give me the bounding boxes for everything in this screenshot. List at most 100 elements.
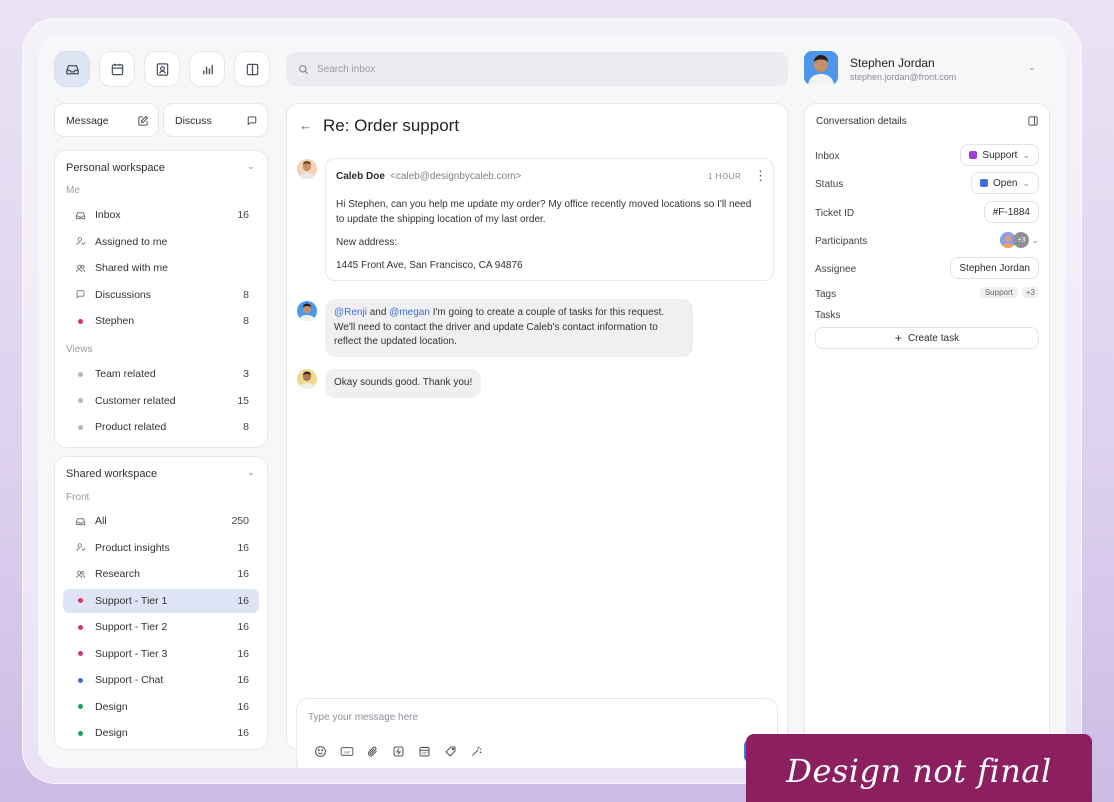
sidebar-item-count: 16 xyxy=(237,647,249,660)
sidebar-item-label: Discussions xyxy=(95,288,152,301)
sidebar-item-support-chat[interactable]: Support - Chat 16 xyxy=(63,668,259,692)
collapse-chevron-icon[interactable]: ⌄ xyxy=(247,161,255,172)
mention-renji[interactable]: @Renji xyxy=(334,307,367,318)
chat-bubble-icon xyxy=(247,116,257,126)
color-dot-icon xyxy=(73,598,87,603)
email-sender: Caleb Doe xyxy=(336,171,385,182)
status-label: Status xyxy=(815,179,844,190)
color-dot-icon xyxy=(73,704,87,709)
contacts-nav-button[interactable] xyxy=(144,51,180,87)
message-composer[interactable]: Type your message here GIF xyxy=(296,698,778,768)
conversation-title: Re: Order support xyxy=(323,116,460,135)
sidebar-item-count: 250 xyxy=(231,515,249,527)
chat-icon xyxy=(73,289,87,300)
layout-nav-button[interactable] xyxy=(234,51,270,87)
email-message[interactable]: Caleb Doe <caleb@designbycaleb.com> 1 HO… xyxy=(325,158,774,281)
sidebar-item-inbox[interactable]: Inbox 16 xyxy=(63,203,259,227)
inbox-select[interactable]: Support ⌄ xyxy=(960,144,1039,166)
sidebar-item-label: Support - Chat xyxy=(95,674,164,686)
sidebar-item-support-tier-1[interactable]: Support - Tier 1 16 xyxy=(63,588,259,613)
more-options-icon[interactable]: ⋮ xyxy=(754,168,767,184)
assignee-value[interactable]: Stephen Jordan xyxy=(950,257,1039,279)
sidebar-item-support-tier-2[interactable]: Support - Tier 2 16 xyxy=(63,615,259,639)
sidebar-item-research[interactable]: Research 16 xyxy=(63,562,259,586)
emoji-icon[interactable] xyxy=(313,744,328,759)
views-section-label: Views xyxy=(66,344,93,355)
sidebar-item-team-related[interactable]: Team related 3 xyxy=(63,362,259,386)
comment-text: and xyxy=(366,307,390,318)
sidebar-item-count: 16 xyxy=(237,209,249,221)
stephen-avatar xyxy=(297,301,317,321)
search-input[interactable]: Search inbox xyxy=(286,52,788,86)
sidebar-item-label: Design xyxy=(95,727,128,739)
collapse-chevron-icon[interactable]: ⌄ xyxy=(247,467,255,478)
sidebar-item-assigned-to-me[interactable]: Assigned to me xyxy=(63,230,259,254)
internal-comment[interactable]: @Renji and @megan I'm going to create a … xyxy=(325,299,693,357)
discuss-button[interactable]: Discuss xyxy=(163,103,268,137)
app-window: Search inbox Stephen Jordan stephen.jord… xyxy=(38,36,1066,768)
calendar-icon xyxy=(111,63,123,75)
calendar-nav-button[interactable] xyxy=(99,51,135,87)
assign-icon xyxy=(73,542,87,553)
inbox-nav-button[interactable] xyxy=(54,51,90,87)
calendar-icon[interactable] xyxy=(417,744,432,759)
sidebar-item-stephen[interactable]: Stephen 8 xyxy=(63,309,259,333)
ticket-id-value[interactable]: #F-1884 xyxy=(983,201,1039,223)
user-avatar[interactable] xyxy=(804,51,838,85)
inbox-value: Support xyxy=(982,149,1018,161)
email-paragraph: New address: xyxy=(336,237,398,248)
sidebar-item-discussions[interactable]: Discussions 8 xyxy=(63,283,259,307)
participants-select[interactable]: +3 ⌄ xyxy=(1000,229,1039,251)
person-icon xyxy=(297,159,317,179)
front-section-label: Front xyxy=(66,492,90,503)
sidebar-item-design[interactable]: Design 16 xyxy=(63,721,259,745)
sidebar-item-design[interactable]: Design 16 xyxy=(63,695,259,719)
personal-workspace-title: Personal workspace xyxy=(66,162,166,174)
gif-icon[interactable]: GIF xyxy=(339,744,354,759)
snippet-icon[interactable] xyxy=(391,744,406,759)
color-dot-icon xyxy=(73,730,87,736)
reply-message[interactable]: Okay sounds good. Thank you! xyxy=(325,369,482,398)
sidebar-item-label: Research xyxy=(95,568,140,580)
sidebar-item-label: Product related xyxy=(95,421,167,433)
svg-text:GIF: GIF xyxy=(343,749,349,754)
tags-label: Tags xyxy=(815,289,837,300)
back-arrow-icon[interactable]: ← xyxy=(299,118,312,133)
sidebar-item-customer-related[interactable]: Customer related 15 xyxy=(63,389,259,413)
sidebar-item-product-insights[interactable]: Product insights 16 xyxy=(63,536,259,560)
user-menu-chevron-icon[interactable]: ⌄ xyxy=(1028,62,1036,73)
sidebar-item-count: 8 xyxy=(243,421,249,433)
sidebar-item-product-related[interactable]: Product related 8 xyxy=(63,415,259,439)
attachment-icon[interactable] xyxy=(365,744,380,759)
email-address: <caleb@designbycaleb.com> xyxy=(390,171,522,182)
message-button[interactable]: Message xyxy=(54,103,159,137)
create-task-button[interactable]: + Create task xyxy=(815,327,1039,349)
sidebar-item-label: Support - Tier 2 xyxy=(95,621,168,633)
sidebar-toggle-icon[interactable] xyxy=(1027,115,1039,127)
sidebar-item-label: Team related xyxy=(95,368,156,380)
responder-avatar xyxy=(297,369,317,389)
mention-megan[interactable]: @megan xyxy=(389,307,430,318)
analytics-icon xyxy=(202,64,213,74)
user-email: stephen.jordan@front.com xyxy=(850,72,957,82)
magic-wand-icon[interactable] xyxy=(469,744,484,759)
tags-list[interactable]: Support +3 xyxy=(979,287,1039,298)
sidebar-item-label: Assigned to me xyxy=(95,235,168,248)
analytics-nav-button[interactable] xyxy=(189,51,225,87)
user-name: Stephen Jordan xyxy=(850,56,935,70)
status-select[interactable]: Open ⌄ xyxy=(970,172,1039,194)
sidebar-item-support-tier-3[interactable]: Support - Tier 3 16 xyxy=(63,642,259,666)
participants-label: Participants xyxy=(815,236,868,247)
tag-icon[interactable] xyxy=(443,744,458,759)
inbox-icon xyxy=(73,210,87,221)
status-value: Open xyxy=(992,177,1018,189)
sidebar-item-all[interactable]: All 250 xyxy=(63,509,259,533)
color-dot-icon xyxy=(73,624,87,630)
sidebar-item-label: Customer related xyxy=(95,394,176,407)
shared-icon xyxy=(73,263,87,274)
inbox-color-swatch xyxy=(969,151,978,159)
participants-more: +3 xyxy=(1013,232,1030,248)
composer-placeholder: Type your message here xyxy=(308,712,419,723)
sidebar-item-shared-with-me[interactable]: Shared with me xyxy=(63,256,259,280)
color-dot-icon xyxy=(73,398,87,403)
